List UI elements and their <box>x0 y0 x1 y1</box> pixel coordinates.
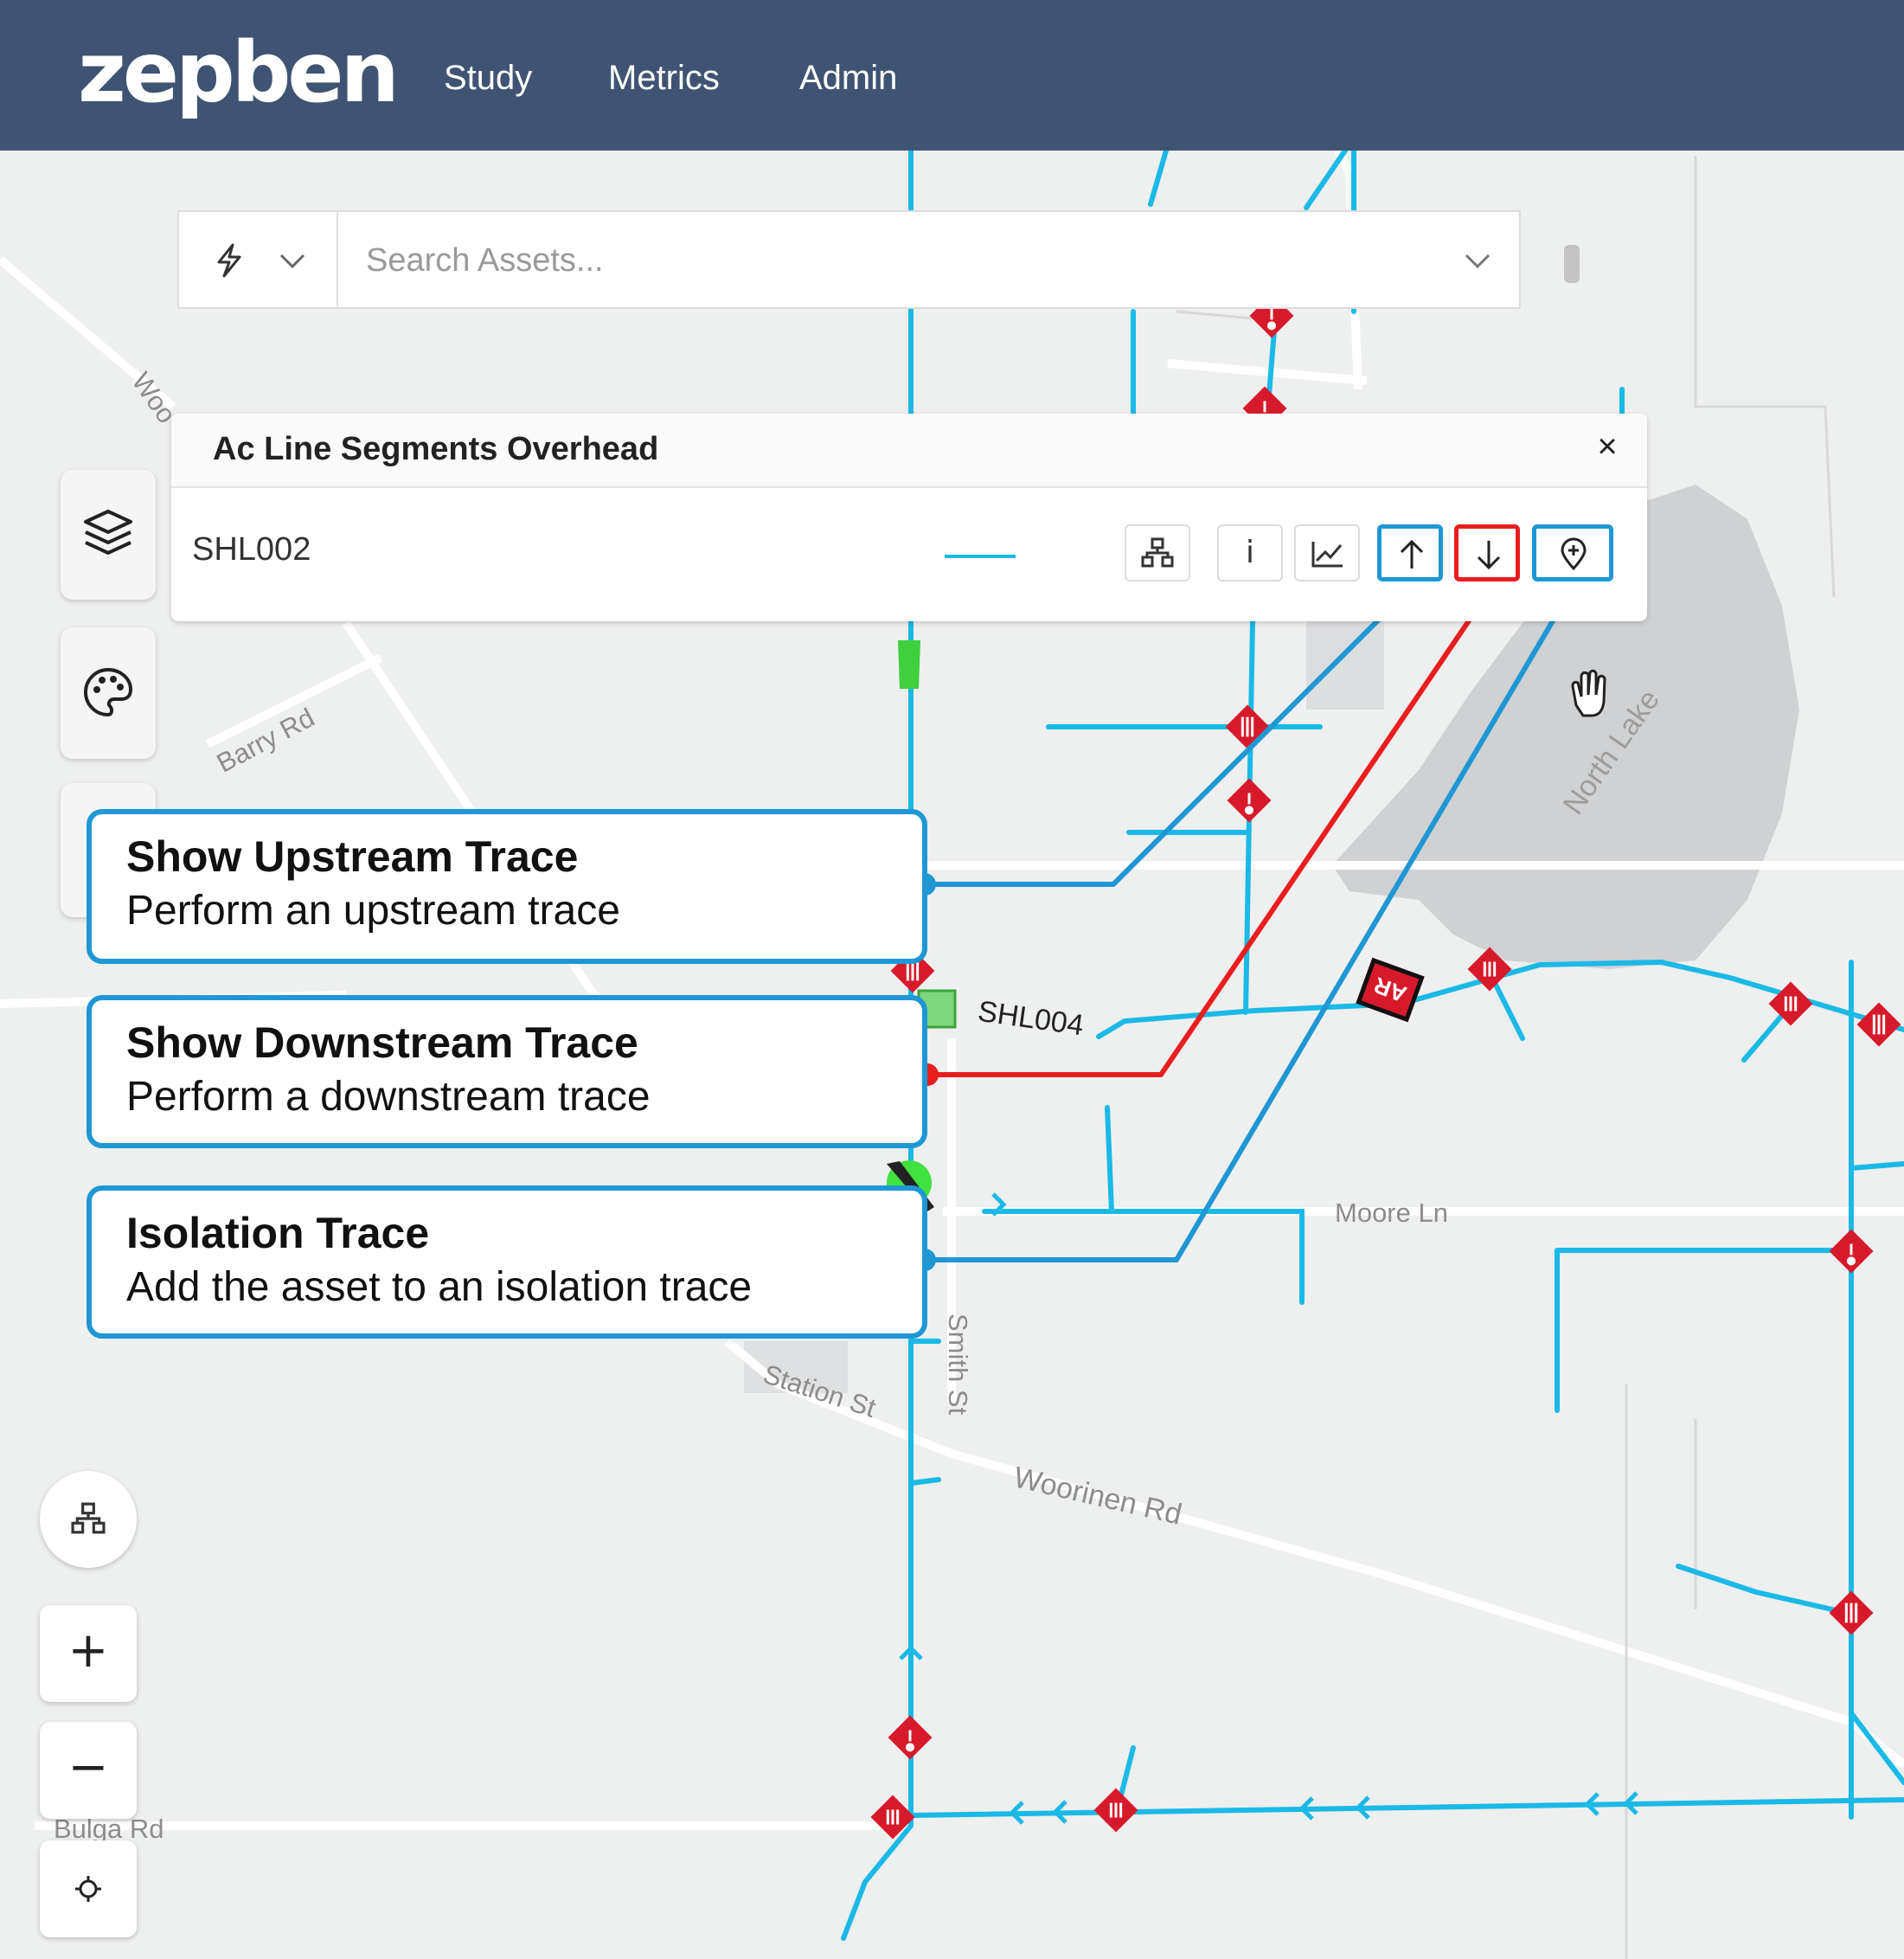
chart-button[interactable] <box>1294 524 1360 581</box>
top-navigation-bar: zepben Study Metrics Admin <box>0 0 1904 151</box>
arrow-up-icon <box>1400 539 1424 568</box>
zoom-out-button[interactable]: − <box>40 1722 137 1819</box>
chart-line-icon <box>1311 542 1343 568</box>
callout-description: Perform an upstream trace <box>126 888 620 934</box>
panel-title: Ac Line Segments Overhead <box>213 431 659 467</box>
asset-info-panel: Ac Line Segments Overhead × SHL002 i <box>171 414 1647 621</box>
building-block <box>1306 606 1384 710</box>
asset-type-filter[interactable] <box>179 212 338 307</box>
info-icon: i <box>1245 535 1254 570</box>
asset-id: SHL002 <box>192 531 311 568</box>
locate-button[interactable] <box>40 1840 137 1937</box>
ar-badge-label: AR <box>1370 972 1410 1008</box>
zoom-in-icon: + <box>67 1622 109 1679</box>
isolation-trace-button[interactable] <box>1532 524 1613 581</box>
callout-downstream-trace: Show Downstream Trace Perform a downstre… <box>87 995 927 1148</box>
arrow-down-icon <box>1477 541 1501 570</box>
callout-title: Show Downstream Trace <box>126 1018 638 1067</box>
close-button[interactable]: × <box>1590 427 1625 466</box>
zoom-in-button[interactable]: + <box>40 1605 137 1702</box>
zepben-logo[interactable]: zepben <box>78 21 400 125</box>
callout-upstream-trace: Show Upstream Trace Perform an upstream … <box>87 809 927 964</box>
nav-metrics[interactable]: Metrics <box>608 52 720 104</box>
road-label-moore: Moore Ln <box>1335 1198 1448 1228</box>
callout-title: Show Upstream Trace <box>126 832 579 881</box>
nav-admin[interactable]: Admin <box>799 52 897 104</box>
zoom-out-icon: − <box>67 1739 109 1795</box>
callout-description: Perform a downstream trace <box>126 1074 651 1120</box>
search-dropdown-chevron-icon[interactable] <box>1465 254 1491 269</box>
info-button[interactable]: i <box>1217 524 1283 581</box>
chevron-down-icon <box>279 254 305 269</box>
downstream-trace-button[interactable] <box>1454 524 1520 581</box>
location-plus-icon <box>1561 537 1587 571</box>
network-view-button[interactable] <box>40 1471 137 1568</box>
nav-study[interactable]: Study <box>444 52 532 104</box>
network-icon <box>1141 537 1174 568</box>
palette-icon <box>84 667 133 717</box>
callout-isolation-trace: Isolation Trace Add the asset to an isol… <box>87 1185 927 1339</box>
callout-title: Isolation Trace <box>126 1209 430 1257</box>
line-legend-swatch <box>945 555 1016 558</box>
layers-button[interactable] <box>61 470 156 600</box>
road-label-smith: Smith St <box>943 1313 973 1416</box>
network-diagram-button[interactable] <box>1125 524 1190 581</box>
panel-header: Ac Line Segments Overhead × <box>171 414 1647 488</box>
callout-description: Add the asset to an isolation trace <box>126 1264 753 1310</box>
scroll-handle[interactable] <box>1564 245 1580 283</box>
locate-icon <box>75 1876 101 1902</box>
style-button[interactable] <box>61 627 156 759</box>
layers-icon <box>84 510 132 555</box>
asset-search-bar <box>177 210 1521 309</box>
power-line-segment[interactable] <box>908 1477 941 1486</box>
upstream-trace-button[interactable] <box>1377 524 1443 581</box>
network-icon <box>71 1502 106 1534</box>
lightning-icon <box>217 243 241 278</box>
search-assets-input[interactable] <box>364 231 1406 290</box>
